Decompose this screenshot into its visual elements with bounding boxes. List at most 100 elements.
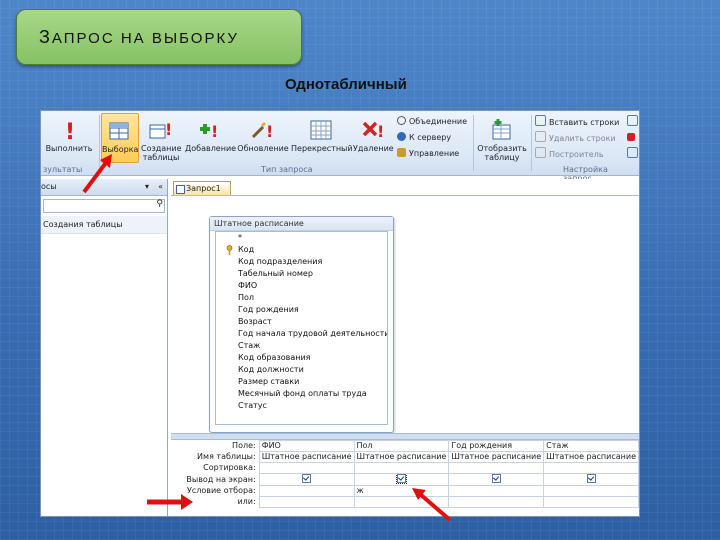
field-list-item[interactable]: Статус [216,400,387,412]
access-window: ! Выполнить зультаты Выборка ! Создание … [40,110,640,517]
nav-menu-icon[interactable]: ▾ [145,179,149,195]
grid-criteria-cell[interactable] [258,485,355,497]
navigation-pane: осы ▾ « ⚲ Создания таблицы [41,179,168,516]
nav-search-input[interactable]: ⚲ [43,199,165,213]
crosstab-button[interactable]: Перекрестный [291,113,353,163]
field-list-item[interactable]: ФИО [216,280,387,292]
delete-rows-button[interactable]: Удалить строки [535,131,616,144]
row-label-sort: Сортировка: [171,462,260,474]
grid-or-cell[interactable] [448,496,545,508]
query-tab-icon [176,185,185,194]
grid-criteria-cell[interactable] [543,485,639,497]
field-list-item[interactable]: Код подразделения [216,256,387,268]
row-label-table: Имя таблицы: [171,451,260,463]
grid-criteria-cell[interactable] [448,485,545,497]
query-type-group-label: Тип запроса [261,165,313,174]
field-list-item[interactable]: Код [216,244,387,256]
append-icon: ! [196,117,222,143]
slide-subtitle: Однотабличный [285,76,407,93]
svg-text:!: ! [266,122,273,141]
grid-field-cell[interactable]: ФИО [258,440,355,452]
select-query-icon [107,118,133,144]
tab-query1[interactable]: Запрос1 [173,181,231,195]
insert-rows-button[interactable]: Вставить строки [535,115,619,128]
slide-title-box: ЗАПРОС НА ВЫБОРКУ [16,9,302,65]
field-list-item[interactable]: * [216,232,387,244]
table-title: Штатное расписание [210,217,393,231]
arrow-annotation [147,494,193,510]
row-label-show: Вывод на экран: [171,473,260,486]
grid-or-cell[interactable] [258,496,355,508]
query-designer: Запрос1 Штатное расписание * Код Код подра… [171,179,639,516]
delete-button[interactable]: ! Удаление [353,113,394,163]
show-table-icon [489,117,515,143]
grid-table-cell[interactable]: Штатное расписание [543,451,639,463]
show-checkbox[interactable] [543,473,639,486]
union-icon [397,116,406,125]
grid-sort-cell[interactable] [258,462,355,474]
delete-icon: ! [360,117,386,143]
crosstab-icon [308,117,334,143]
make-table-icon: ! [148,117,174,143]
grid-field-cell[interactable]: Пол [353,440,450,452]
ribbon-separator [531,115,532,171]
grid-sort-cell[interactable] [543,462,639,474]
show-checkbox[interactable] [258,473,355,486]
field-list-item[interactable]: Код должности [216,364,387,376]
builder-icon [535,147,546,158]
field-list-item[interactable]: Табельный номер [216,268,387,280]
grid-table-cell[interactable]: Штатное расписание [353,451,450,463]
pencil-icon [397,148,406,157]
pane-splitter[interactable] [171,433,639,440]
nav-item[interactable]: Создания таблицы [41,216,167,234]
append-button[interactable]: ! Добавление [185,113,236,163]
update-icon: ! [250,117,276,143]
data-definition-button[interactable]: Управление [397,147,459,160]
field-list-item[interactable]: Месячный фонд оплаты труда [216,388,387,400]
row-label-field: Поле: [171,440,260,452]
insert-columns-icon[interactable] [627,115,639,128]
ribbon: ! Выполнить зультаты Выборка ! Создание … [41,111,639,183]
query-grid: Поле: ФИО Пол Год рождения Стаж Имя табл… [171,440,639,516]
table-field-list[interactable]: Штатное расписание * Код Код подразделения… [209,216,394,433]
svg-text:!: ! [65,120,75,143]
ribbon-separator [473,115,474,171]
globe-icon [397,132,406,141]
search-icon[interactable]: ⚲ [156,199,163,209]
field-list-item[interactable]: Возраст [216,316,387,328]
pass-through-button[interactable]: К серверу [397,131,451,144]
totals-icon[interactable] [627,147,639,160]
svg-text:!: ! [165,120,172,139]
grid-sort-cell[interactable] [353,462,450,474]
make-table-button[interactable]: ! Создание таблицы [141,113,182,163]
field-list[interactable]: * Код Код подразделения Табельный номер ФИО П… [215,231,388,425]
field-list-item[interactable]: Код образования [216,352,387,364]
svg-text:!: ! [211,122,218,141]
table-area: Штатное расписание * Код Код подразделения… [171,195,639,434]
field-list-item[interactable]: Год начала трудовой деятельности [216,328,387,340]
grid-or-cell[interactable] [543,496,639,508]
show-table-button[interactable]: Отобразить таблицу [477,113,527,163]
delete-columns-icon[interactable] [627,131,638,144]
arrow-annotation [82,154,112,194]
field-list-item[interactable]: Пол [216,292,387,304]
insert-rows-icon [535,115,546,126]
grid-field-cell[interactable]: Стаж [543,440,639,452]
union-button[interactable]: Объединение [397,115,467,128]
nav-collapse-icon[interactable]: « [158,179,163,195]
field-list-item[interactable]: Стаж [216,340,387,352]
run-icon: ! [56,117,82,145]
builder-button[interactable]: Построитель [535,147,604,160]
svg-text:!: ! [377,122,384,141]
results-group-label: зультаты [43,165,83,174]
update-button[interactable]: ! Обновление [237,113,289,163]
field-list-item[interactable]: Размер ставки [216,376,387,388]
grid-field-cell[interactable]: Год рождения [448,440,545,452]
field-list-item[interactable]: Год рождения [216,304,387,316]
grid-sort-cell[interactable] [448,462,545,474]
grid-table-cell[interactable]: Штатное расписание [448,451,545,463]
slide-title: ЗАПРОС НА ВЫБОРКУ [39,26,239,47]
show-checkbox[interactable] [448,473,545,486]
grid-table-cell[interactable]: Штатное расписание [258,451,355,463]
arrow-annotation [412,488,452,522]
